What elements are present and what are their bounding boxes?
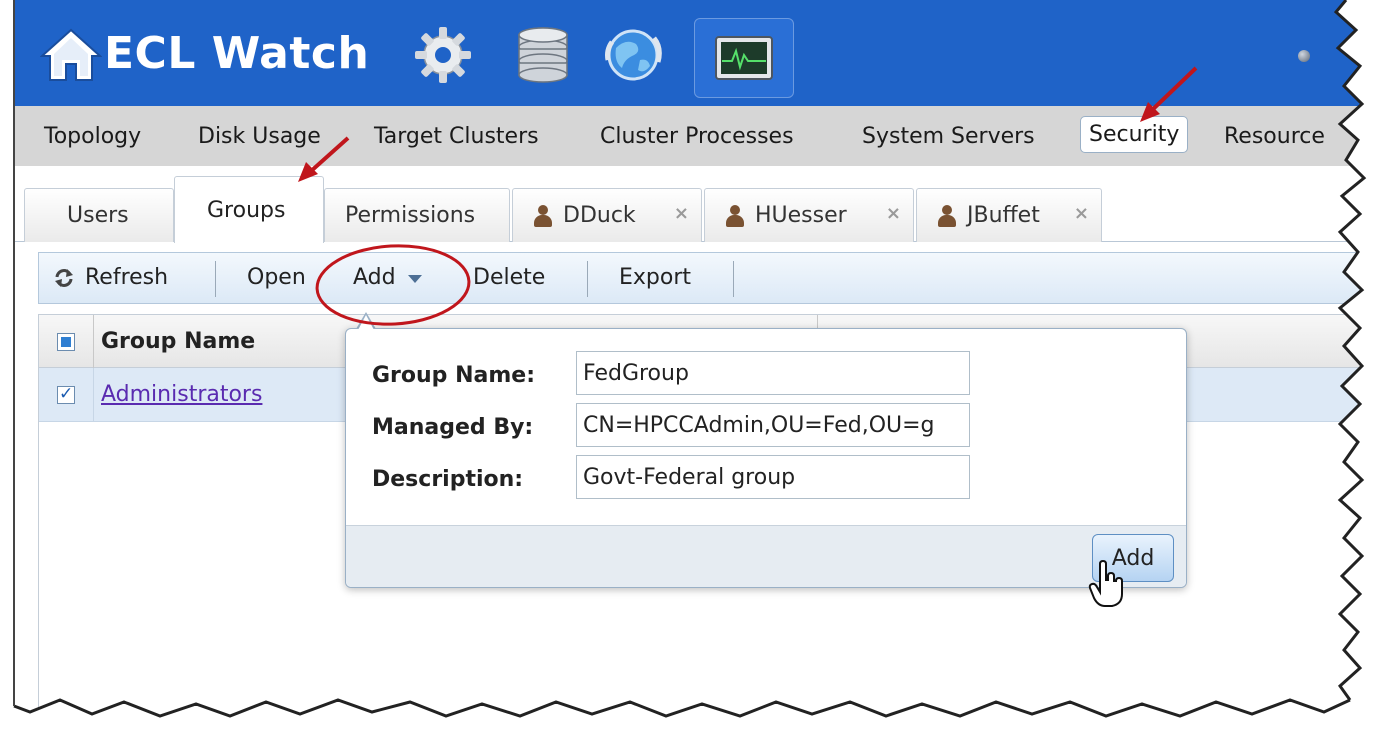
tab-label: Permissions xyxy=(345,203,476,228)
close-icon[interactable]: × xyxy=(1074,203,1089,224)
tab-permissions[interactable]: Permissions xyxy=(324,188,510,242)
tab-label: DDuck xyxy=(563,203,636,228)
home-icon[interactable] xyxy=(40,26,102,84)
nav-item-disk-usage[interactable]: Disk Usage xyxy=(198,124,321,149)
column-header-group-name[interactable]: Group Name xyxy=(101,329,255,354)
security-tabs: Users Groups Permissions DDuck × HUesser… xyxy=(14,166,1378,243)
popup-pointer-fill xyxy=(358,315,374,330)
managed-by-label: Managed By: xyxy=(372,415,534,440)
close-icon[interactable]: × xyxy=(886,203,901,224)
select-all-checkbox[interactable] xyxy=(57,333,75,351)
open-button[interactable]: Open xyxy=(247,265,306,290)
tab-label: Users xyxy=(67,203,129,228)
app-header: ECL Watch xyxy=(14,0,1378,106)
tab-users[interactable]: Users xyxy=(24,188,174,242)
group-name-input[interactable] xyxy=(576,351,970,395)
delete-button[interactable]: Delete xyxy=(473,265,545,290)
toolbar-divider xyxy=(733,261,734,297)
database-icon[interactable] xyxy=(508,20,578,90)
export-button[interactable]: Export xyxy=(619,265,691,290)
description-input[interactable] xyxy=(576,455,970,499)
globe-icon[interactable] xyxy=(598,20,668,90)
activity-monitor-icon[interactable] xyxy=(694,18,794,98)
status-indicator xyxy=(1298,50,1310,62)
tab-label: Groups xyxy=(207,197,286,223)
add-group-dialog: Group Name: Managed By: Description: Add xyxy=(345,328,1187,588)
description-label: Description: xyxy=(372,467,524,492)
add-label: Add xyxy=(353,265,396,290)
user-icon xyxy=(937,204,957,227)
dialog-footer: Add xyxy=(346,525,1186,587)
groups-toolbar: Refresh Open Add Delete Export xyxy=(38,252,1378,304)
tab-groups[interactable]: Groups xyxy=(174,176,324,243)
group-name-label: Group Name: xyxy=(372,363,535,388)
column-divider xyxy=(93,315,94,369)
delete-label: Delete xyxy=(473,265,546,290)
nav-item-system-servers[interactable]: System Servers xyxy=(862,124,1035,149)
group-name-link[interactable]: Administrators xyxy=(101,382,262,407)
refresh-button[interactable]: Refresh xyxy=(53,265,168,290)
refresh-label: Refresh xyxy=(85,265,169,290)
export-label: Export xyxy=(619,265,692,290)
main-nav: Topology Disk Usage Target Clusters Clus… xyxy=(14,106,1378,166)
nav-item-topology[interactable]: Topology xyxy=(44,124,141,149)
refresh-icon xyxy=(55,268,73,287)
nav-item-resource[interactable]: Resource xyxy=(1224,124,1325,149)
user-icon xyxy=(725,204,745,227)
toolbar-divider xyxy=(587,261,588,297)
close-icon[interactable]: × xyxy=(674,203,689,224)
tab-label: JBuffet xyxy=(967,203,1040,228)
tab-user-jbuffet[interactable]: JBuffet × xyxy=(916,188,1102,242)
add-button[interactable]: Add xyxy=(353,265,422,290)
tab-user-huesser[interactable]: HUesser × xyxy=(704,188,914,242)
chevron-down-icon xyxy=(407,274,422,283)
open-label: Open xyxy=(247,265,306,290)
app-title: ECL Watch xyxy=(104,28,370,79)
row-checkbox[interactable]: ✓ xyxy=(57,384,75,404)
user-icon xyxy=(533,204,553,227)
managed-by-input[interactable] xyxy=(576,403,970,447)
gear-icon[interactable] xyxy=(408,20,478,90)
ecl-watch-window: ECL Watch Topology Disk Usage Target Clu… xyxy=(0,0,1378,731)
tab-user-dduck[interactable]: DDuck × xyxy=(512,188,702,242)
nav-item-cluster-processes[interactable]: Cluster Processes xyxy=(600,124,794,149)
column-divider xyxy=(93,368,94,422)
nav-item-target-clusters[interactable]: Target Clusters xyxy=(374,124,539,149)
nav-item-security[interactable]: Security xyxy=(1080,116,1189,153)
hand-cursor-icon xyxy=(1088,560,1123,607)
tab-label: HUesser xyxy=(755,203,847,228)
toolbar-divider xyxy=(215,261,216,297)
